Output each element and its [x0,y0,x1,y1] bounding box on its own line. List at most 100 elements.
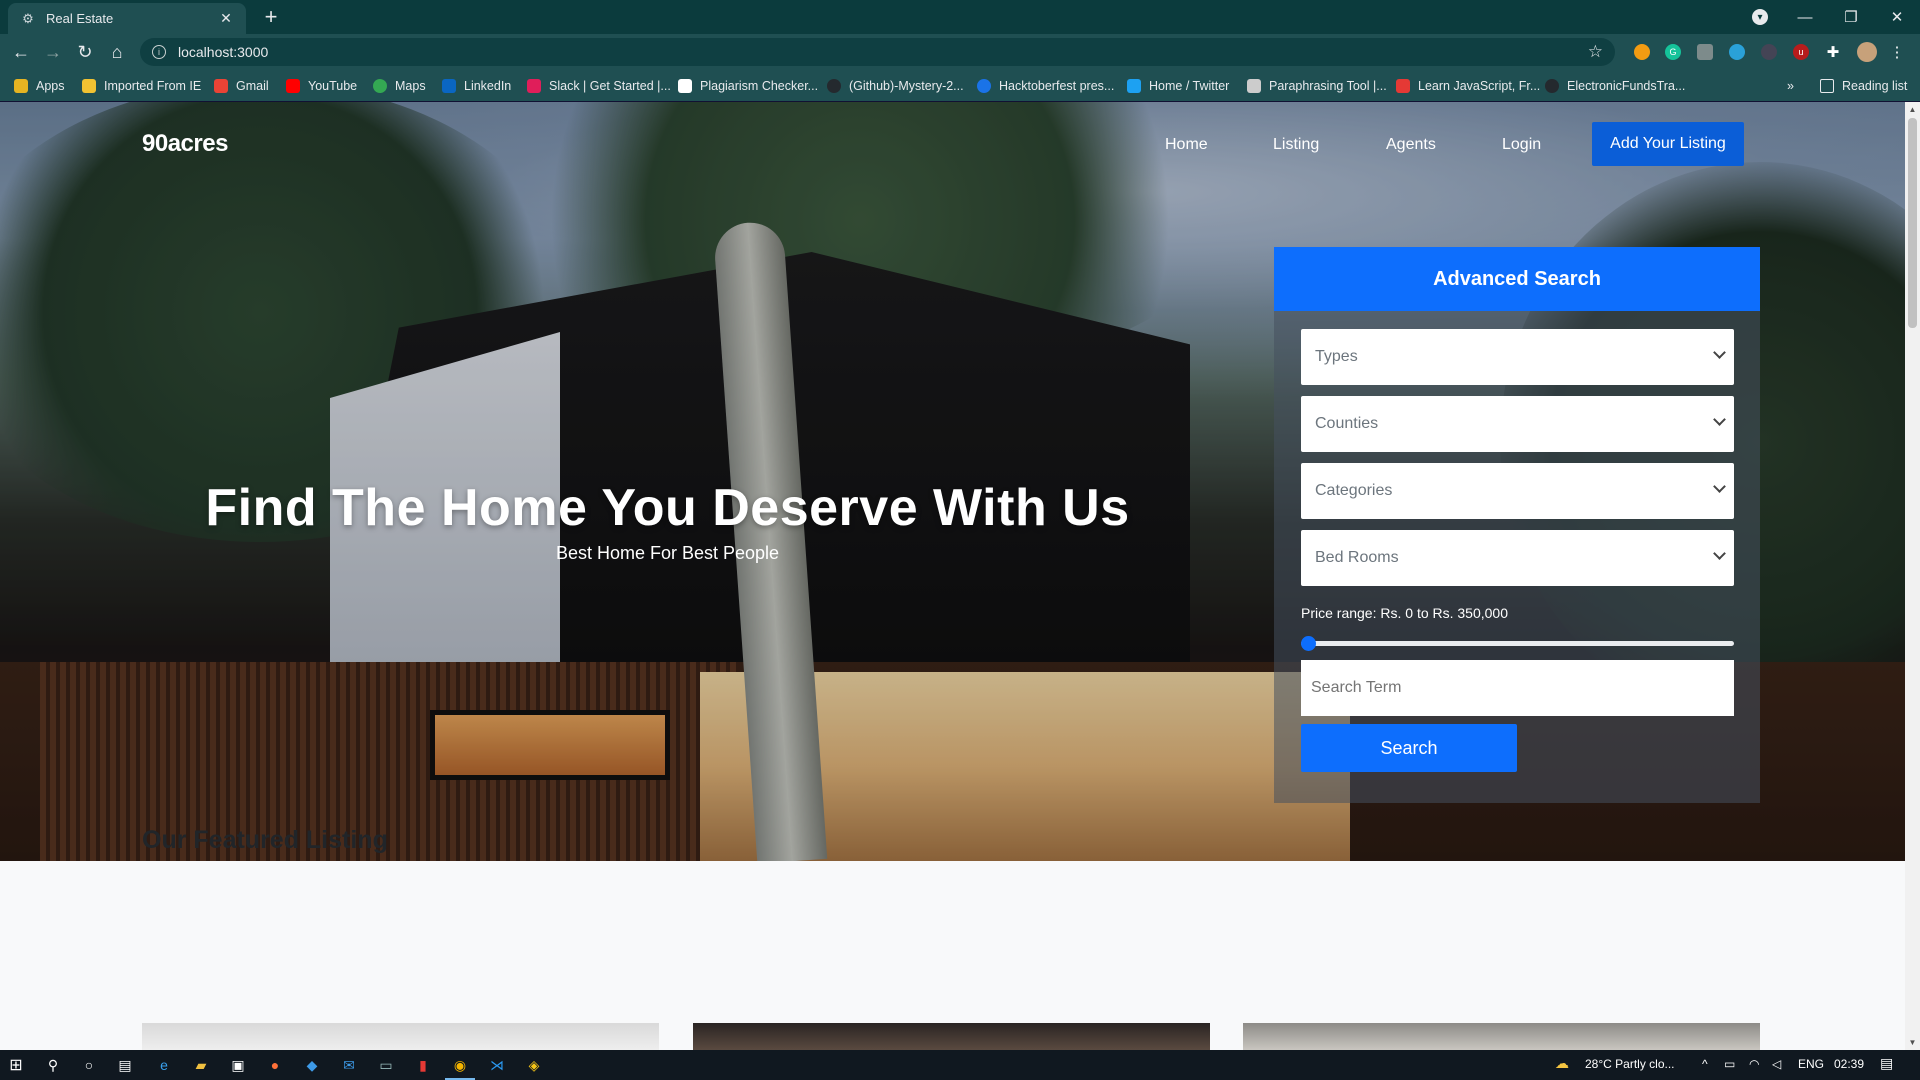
reading-list-icon [1820,79,1834,93]
language-indicator[interactable]: ENG [1798,1057,1824,1071]
nav-login[interactable]: Login [1502,136,1541,154]
avatar[interactable] [1857,42,1877,62]
bookmark-github[interactable]: (Github)-Mystery-2... [827,77,964,95]
bookmark-star-icon[interactable]: ☆ [1588,42,1603,62]
counties-select[interactable]: Counties [1301,396,1734,452]
slack-icon [527,79,541,93]
globe-icon: ⚙ [22,10,34,26]
back-icon[interactable]: ← [8,39,34,65]
price-range-label: Price range: Rs. 0 to Rs. 350,000 [1301,605,1508,621]
store-icon[interactable]: ▣ [228,1055,248,1075]
nav-listing[interactable]: Listing [1273,136,1319,154]
listing-card[interactable] [1243,1023,1760,1050]
task-view-icon[interactable]: ▤ [115,1055,135,1075]
info-icon[interactable]: i [152,45,166,59]
bookmark-gmail[interactable]: Gmail [214,77,269,95]
extension-icon[interactable] [1729,44,1745,60]
bedrooms-select[interactable]: Bed Rooms [1301,530,1734,586]
bookmark-youtube[interactable]: YouTube [286,77,357,95]
bookmark-imported-ie[interactable]: Imported From IE [82,77,201,95]
search-term-input[interactable] [1301,660,1734,716]
bookmark-linkedin[interactable]: LinkedIn [442,77,511,95]
volume-icon[interactable]: ◁ [1772,1057,1781,1071]
slider-thumb[interactable] [1301,636,1316,651]
bookmark-plagiarism[interactable]: Plagiarism Checker... [678,77,818,95]
clock[interactable]: 02:39 [1834,1057,1864,1071]
reload-icon[interactable]: ↻ [72,39,98,65]
terminal-icon[interactable]: ▭ [376,1055,396,1075]
bookmark-maps[interactable]: Maps [373,77,426,95]
os-taskbar: ⊞ ⚲ ○ ▤ e ▰ ▣ ● ◆ ✉ ▭ ▮ ◉ ⋊ ◈ ☁ 28°C Par… [0,1050,1920,1080]
new-tab-button[interactable]: + [258,4,284,30]
ublock-icon[interactable]: u [1793,44,1809,60]
nav-agents[interactable]: Agents [1386,136,1436,154]
add-listing-button[interactable]: Add Your Listing [1592,122,1744,166]
extension-icon[interactable] [1697,44,1713,60]
bookmarks-overflow-icon[interactable]: » [1787,77,1794,95]
chevron-up-icon[interactable]: ^ [1702,1057,1708,1071]
scrollbar-thumb[interactable] [1908,118,1917,328]
browser-tab[interactable]: ⚙ Real Estate ✕ [8,3,246,34]
site-logo[interactable]: 90acres [142,130,228,158]
git-icon[interactable]: ◈ [524,1055,544,1075]
bookmark-apps[interactable]: Apps [14,77,65,95]
bookmark-twitter[interactable]: Home / Twitter [1127,77,1229,95]
extension-icon[interactable] [1634,44,1650,60]
hero-section: 90acres Home Listing Agents Login Add Yo… [0,102,1905,861]
bookmarks-bar: Apps Imported From IE Gmail YouTube Maps… [0,70,1920,102]
bookmark-freecodecamp[interactable]: Learn JavaScript, Fr... [1396,77,1540,95]
listing-card[interactable] [142,1023,659,1050]
close-tab-icon[interactable]: ✕ [218,10,234,27]
chrome-icon[interactable]: ◉ [450,1055,470,1075]
file-explorer-icon[interactable]: ▰ [191,1055,211,1075]
url-text: localhost:3000 [178,44,269,60]
address-bar[interactable]: i localhost:3000 ☆ [140,38,1615,66]
windows-start-icon[interactable]: ⊞ [6,1055,26,1075]
bookmark-hacktoberfest[interactable]: Hacktoberfest pres... [977,77,1114,95]
extension-icon[interactable] [1761,44,1777,60]
office-icon[interactable]: ▮ [413,1055,433,1075]
chevron-down-icon [1713,346,1726,359]
types-select[interactable]: Types [1301,329,1734,385]
edge-icon[interactable]: e [154,1055,174,1075]
cortana-icon[interactable]: ○ [79,1055,99,1075]
search-button[interactable]: Search [1301,724,1517,772]
listing-card[interactable] [693,1023,1210,1050]
scroll-up-icon[interactable]: ▲ [1905,102,1920,117]
gmail-icon [214,79,228,93]
twitter-icon [1127,79,1141,93]
vscode-icon[interactable]: ⋊ [487,1055,507,1075]
kebab-menu-icon[interactable]: ⋮ [1889,44,1905,61]
puzzle-icon[interactable]: ✚ [1825,44,1841,61]
price-range-slider[interactable] [1301,633,1734,653]
folder-icon [82,79,96,93]
battery-icon[interactable]: ▭ [1724,1057,1735,1071]
weather-icon[interactable]: ☁ [1555,1055,1569,1072]
bookmark-electronic-funds[interactable]: ElectronicFundsTra... [1545,77,1685,95]
wifi-icon[interactable]: ◠ [1749,1057,1759,1071]
mail-icon[interactable]: ✉ [339,1055,359,1075]
maps-icon [373,79,387,93]
search-icon[interactable]: ⚲ [43,1055,63,1075]
grammarly-icon[interactable]: G [1665,44,1681,60]
bookmark-paraphrasing[interactable]: Paraphrasing Tool |... [1247,77,1387,95]
advanced-search-panel: Advanced Search Types Counties Categorie… [1274,247,1760,803]
scroll-down-icon[interactable]: ▼ [1905,1035,1920,1050]
weather-text[interactable]: 28°C Partly clo... [1585,1057,1675,1071]
reading-list-button[interactable]: Reading list [1820,77,1907,95]
apps-grid-icon [14,79,28,93]
dropbox-icon[interactable]: ◆ [302,1055,322,1075]
restore-button[interactable]: ❐ [1828,0,1874,34]
forward-icon[interactable]: → [40,39,66,65]
close-window-button[interactable]: ✕ [1874,0,1920,34]
notification-icon[interactable]: ▤ [1880,1055,1893,1072]
nav-home[interactable]: Home [1165,136,1208,154]
hacktoberfest-icon [977,79,991,93]
bookmark-slack[interactable]: Slack | Get Started |... [527,77,671,95]
categories-select[interactable]: Categories [1301,463,1734,519]
page-scrollbar[interactable]: ▲ ▼ [1905,102,1920,1050]
home-icon[interactable]: ⌂ [104,39,130,65]
minimize-button[interactable]: — [1782,0,1828,34]
firefox-icon[interactable]: ● [265,1055,285,1075]
profile-menu-icon[interactable]: ▾ [1752,9,1768,25]
